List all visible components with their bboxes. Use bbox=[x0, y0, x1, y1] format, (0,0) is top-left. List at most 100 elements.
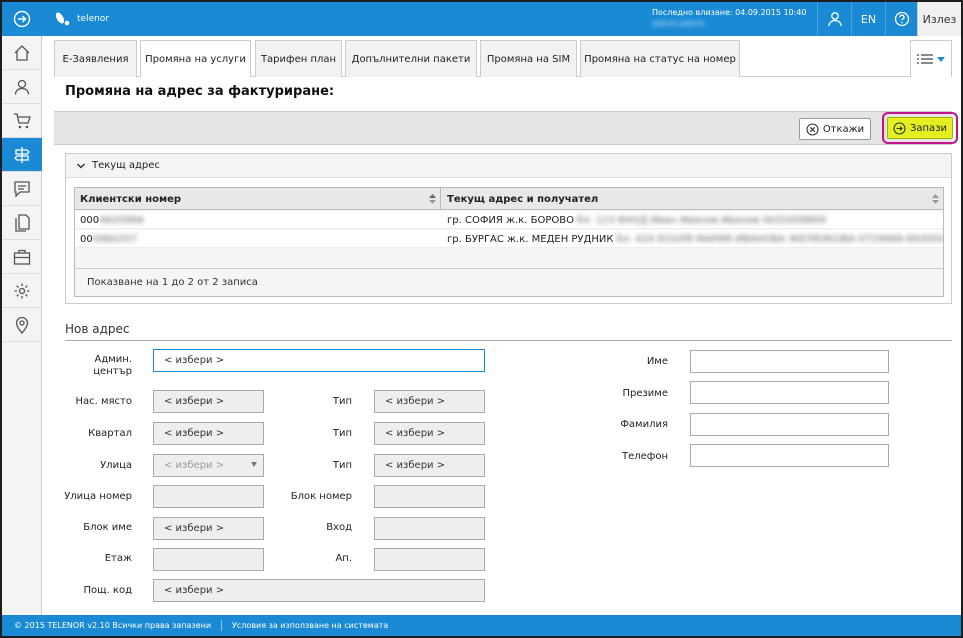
save-button-highlight: Запази bbox=[882, 112, 958, 144]
map-pin-icon bbox=[15, 316, 29, 334]
cancel-label: Откажи bbox=[822, 123, 865, 135]
logout-button[interactable]: Излез bbox=[917, 2, 961, 36]
brand-name: telenor bbox=[77, 14, 110, 24]
label-admin-center: Админ. център bbox=[93, 354, 132, 377]
table-row[interactable]: 00 0960357 гр. БУРГАС ж.к. МЕДЕН РУДНИК бл… bbox=[75, 230, 943, 248]
profile-button[interactable] bbox=[817, 2, 851, 36]
action-bar: Откажи Запази bbox=[54, 111, 958, 145]
grid-footer: Показване на 1 до 2 от 2 записа bbox=[75, 268, 943, 296]
documents-icon bbox=[15, 213, 30, 232]
block-number-input[interactable] bbox=[374, 485, 485, 508]
arrow-circle-right-icon bbox=[13, 10, 31, 28]
column-header-address-label: Текущ адрес и получател bbox=[447, 193, 599, 205]
sidebar bbox=[2, 36, 42, 615]
user-icon bbox=[827, 12, 842, 27]
first-name-input[interactable] bbox=[690, 350, 889, 373]
label-entrance: Вход bbox=[326, 522, 352, 533]
briefcase-icon bbox=[13, 249, 31, 265]
sidebar-item-cart[interactable] bbox=[2, 104, 42, 138]
chevron-down-icon bbox=[251, 462, 257, 467]
tab-bar: Е-Заявления Промяна на услуги Тарифен пл… bbox=[54, 40, 952, 77]
collapse-menu-button[interactable] bbox=[2, 2, 42, 36]
copyright-text: © 2015 TELENOR v2.10 Всички права запазе… bbox=[14, 621, 212, 630]
telenor-logo: telenor bbox=[52, 7, 132, 31]
street-dropdown-value: < избери > bbox=[164, 460, 225, 471]
label-type-settlement: Тип bbox=[332, 396, 352, 407]
entrance-input[interactable] bbox=[374, 517, 485, 540]
sidebar-item-services[interactable] bbox=[2, 138, 42, 172]
label-block-name: Блок име bbox=[83, 522, 132, 533]
gear-icon bbox=[14, 283, 30, 298]
tabs-menu-button[interactable] bbox=[910, 40, 952, 77]
floor-input[interactable] bbox=[153, 548, 264, 571]
last-name-input[interactable] bbox=[690, 413, 889, 436]
middle-name-input[interactable] bbox=[690, 381, 889, 404]
sidebar-item-location[interactable] bbox=[2, 308, 42, 342]
type-street-select[interactable]: < избери > bbox=[374, 454, 485, 477]
tab-additional-packages[interactable]: Допълнителни пакети bbox=[345, 40, 477, 77]
label-last-name: Фамилия bbox=[620, 419, 668, 430]
cell-address: гр. БУРГАС ж.к. МЕДЕН РУДНИК бл. 424 ЕОЗЛ… bbox=[447, 233, 943, 245]
arrow-circle-right-icon bbox=[893, 121, 906, 135]
table-row[interactable]: 000 4620968 гр. СОФИЯ ж.к. БОРОВО бл. 123 … bbox=[75, 211, 943, 229]
list-dropdown-icon bbox=[917, 54, 945, 64]
settlement-select[interactable]: < избери > bbox=[153, 390, 264, 413]
redacted-text: бл. 123 ВХОД Иван Иванов Иванов 00320098… bbox=[576, 214, 827, 226]
tab-change-number-status[interactable]: Промяна на статус на номер bbox=[580, 40, 740, 77]
label-apartment: Ап. bbox=[335, 553, 352, 564]
page-title: Промяна на адрес за фактуриране: bbox=[65, 84, 335, 99]
help-icon bbox=[894, 11, 909, 27]
help-button[interactable] bbox=[885, 2, 917, 36]
last-login-label: Последно влизане: 04.09.2015 10:40 bbox=[652, 8, 807, 17]
cell-client-number: 000 4620968 bbox=[80, 214, 144, 226]
column-header-client-number[interactable]: Клиентски номер bbox=[75, 188, 441, 210]
sidebar-item-briefcase[interactable] bbox=[2, 240, 42, 274]
street-dropdown[interactable]: < избери > bbox=[153, 454, 264, 477]
label-type-quarter: Тип bbox=[332, 428, 352, 439]
label-quarter: Квартал bbox=[88, 428, 132, 439]
redacted-text: 0960357 bbox=[92, 233, 138, 245]
sidebar-item-settings[interactable] bbox=[2, 274, 42, 308]
label-floor: Етаж bbox=[104, 553, 132, 564]
phone-input[interactable] bbox=[690, 444, 889, 467]
terms-link[interactable]: Условия за използване на системата bbox=[232, 621, 388, 630]
tab-e-applications[interactable]: Е-Заявления bbox=[54, 40, 137, 77]
sidebar-item-home[interactable] bbox=[2, 36, 42, 70]
current-address-panel: Текущ адрес Клиентски номер Текущ адрес … bbox=[65, 153, 952, 304]
admin-center-select[interactable]: < избери > bbox=[153, 349, 485, 372]
divider bbox=[65, 340, 952, 341]
user-icon bbox=[14, 79, 30, 95]
tab-tariff-plan[interactable]: Тарифен план bbox=[255, 40, 342, 77]
tab-change-services[interactable]: Промяна на услуги bbox=[140, 40, 251, 77]
label-street: Улица bbox=[100, 460, 132, 471]
last-login-user: admin.admin bbox=[652, 19, 705, 28]
street-number-input[interactable] bbox=[153, 485, 264, 508]
language-button[interactable]: EN bbox=[851, 2, 885, 36]
current-address-grid: Клиентски номер Текущ адрес и получател … bbox=[74, 187, 944, 297]
signpost-icon bbox=[14, 146, 30, 163]
label-type-street: Тип bbox=[332, 460, 352, 471]
home-icon bbox=[14, 44, 30, 61]
current-address-header[interactable]: Текущ адрес bbox=[66, 154, 951, 178]
type-settlement-select[interactable]: < избери > bbox=[374, 390, 485, 413]
label-postcode: Пощ. код bbox=[83, 585, 133, 596]
type-quarter-select[interactable]: < избери > bbox=[374, 422, 485, 445]
sidebar-item-documents[interactable] bbox=[2, 206, 42, 240]
block-name-select[interactable]: < избери > bbox=[153, 517, 264, 540]
postcode-select[interactable]: < избери > bbox=[153, 579, 485, 602]
chevron-down-icon bbox=[77, 163, 85, 168]
label-middle-name: Презиме bbox=[622, 388, 668, 399]
save-button[interactable]: Запази bbox=[887, 117, 953, 139]
cancel-button[interactable]: Откажи bbox=[799, 118, 871, 140]
apartment-input[interactable] bbox=[374, 548, 485, 571]
last-login-info: Последно влизане: 04.09.2015 10:40 admin… bbox=[652, 7, 807, 29]
quarter-select[interactable]: < избери > bbox=[153, 422, 264, 445]
save-label: Запази bbox=[909, 122, 948, 134]
sidebar-item-customers[interactable] bbox=[2, 70, 42, 104]
chat-icon bbox=[14, 180, 30, 198]
column-header-address[interactable]: Текущ адрес и получател bbox=[442, 188, 943, 210]
grid-header: Клиентски номер Текущ адрес и получател bbox=[75, 188, 943, 210]
sidebar-item-messages[interactable] bbox=[2, 172, 42, 206]
redacted-text: бл. 424 ЕОЗЛЯ МАРИЯ ИВАНОВА ЖЕЛЯЗКОВА 07… bbox=[616, 233, 943, 245]
tab-change-sim[interactable]: Промяна на SIM bbox=[480, 40, 577, 77]
